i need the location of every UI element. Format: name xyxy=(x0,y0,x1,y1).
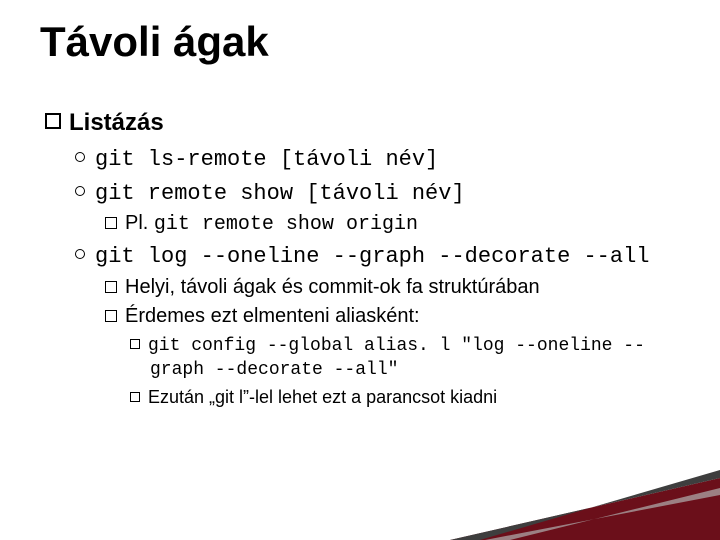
slide-title: Távoli ágak xyxy=(40,18,269,66)
command-text: git config --global alias. l "log --onel… xyxy=(148,336,645,381)
list-item: Pl. git remote show origin xyxy=(105,211,690,237)
ring-bullet-icon xyxy=(75,249,85,259)
ring-bullet-icon xyxy=(75,152,85,162)
corner-decoration xyxy=(450,470,720,540)
body-text: Helyi, távoli ágak és commit-ok fa struk… xyxy=(125,276,540,298)
list-item: Érdemes ezt elmenteni aliasként: xyxy=(105,304,690,329)
section-heading: Listázás xyxy=(45,108,690,138)
square-bullet-icon xyxy=(105,281,117,293)
square-bullet-icon xyxy=(130,392,140,402)
square-bullet-icon xyxy=(105,217,117,229)
square-bullet-icon xyxy=(130,339,140,349)
slide: Távoli ágak Listázás git ls-remote [távo… xyxy=(0,0,720,540)
content-area: Listázás git ls-remote [távoli név] git … xyxy=(45,108,690,412)
ring-bullet-icon xyxy=(75,186,85,196)
list-item: git log --oneline --graph --decorate --a… xyxy=(75,241,690,271)
command-text: git remote show [távoli név] xyxy=(95,181,465,206)
body-text: Ezután „git l”-lel lehet ezt a parancsot… xyxy=(148,387,497,407)
prefix-text: Pl. xyxy=(125,212,154,234)
body-text: Érdemes ezt elmenteni aliasként: xyxy=(125,305,420,327)
square-bullet-icon xyxy=(105,310,117,322)
list-item: Helyi, távoli ágak és commit-ok fa struk… xyxy=(105,275,690,300)
command-text: git remote show origin xyxy=(154,213,418,236)
list-item: Ezután „git l”-lel lehet ezt a parancsot… xyxy=(130,386,690,409)
list-item: git ls-remote [távoli név] xyxy=(75,144,690,174)
command-text: git ls-remote [távoli név] xyxy=(95,147,438,172)
list-item: git remote show [távoli név] xyxy=(75,178,690,208)
square-bullet-icon xyxy=(45,113,61,129)
section-label: Listázás xyxy=(69,109,164,136)
list-item: git config --global alias. l "log --onel… xyxy=(130,333,690,382)
command-text: git log --oneline --graph --decorate --a… xyxy=(95,244,650,269)
